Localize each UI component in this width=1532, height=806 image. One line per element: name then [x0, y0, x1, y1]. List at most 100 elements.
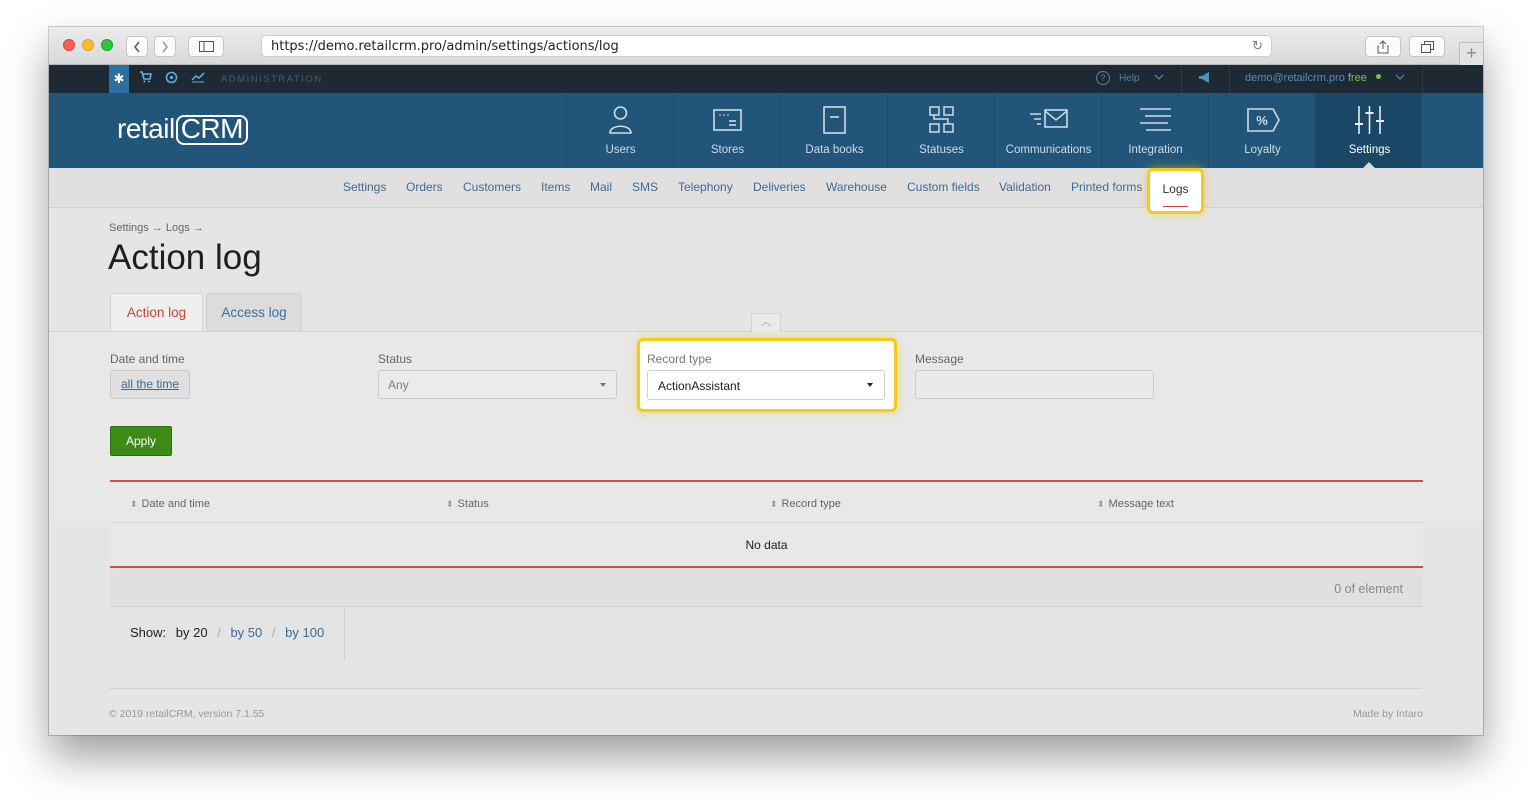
record-type-label: Record type [647, 352, 712, 366]
column-message-text[interactable]: ⬍ Message text [1097, 498, 1174, 510]
forward-button[interactable] [154, 36, 176, 57]
collapse-filter-button[interactable]: ︿ [751, 313, 781, 332]
book-icon [823, 106, 846, 134]
browser-window: https://demo.retailcrm.pro/admin/setting… [49, 27, 1483, 735]
message-filter-label: Message [915, 352, 964, 366]
nav-item-settings[interactable]: Settings [1315, 93, 1422, 168]
svg-text:%: % [1256, 113, 1268, 128]
subnav-deliveries[interactable]: Deliveries [753, 180, 806, 194]
empty-state-text: No data [745, 538, 788, 552]
user-account-menu[interactable]: demo@retailcrm.pro free [1245, 72, 1381, 84]
minimize-window-button[interactable] [82, 39, 94, 51]
column-status[interactable]: ⬍ Status [446, 498, 489, 510]
nav-item-label: Communications [1005, 144, 1092, 156]
status-filter-label: Status [378, 352, 413, 366]
nav-item-label: Statuses [919, 144, 964, 156]
divider [1422, 65, 1423, 93]
cart-icon[interactable] [139, 71, 152, 86]
page-size-selector: Show: by 20 / by 50 / by 100 [110, 607, 345, 660]
help-link[interactable]: Help [1119, 73, 1140, 84]
subnav-logs[interactable]: Logs [1147, 168, 1204, 214]
nav-item-label: Users [605, 144, 636, 156]
separator: / [217, 625, 221, 640]
subnav-warehouse[interactable]: Warehouse [826, 180, 887, 194]
nav-item-label: Loyalty [1244, 144, 1281, 156]
nav-item-label: Data books [805, 144, 864, 156]
tabs-overview-button[interactable] [1409, 36, 1445, 57]
user-email: demo@retailcrm.pro [1245, 72, 1345, 84]
zoom-window-button[interactable] [101, 39, 113, 51]
made-by-link[interactable]: Made by Intaro [1353, 708, 1423, 720]
chart-line-icon[interactable] [191, 71, 205, 86]
separator: / [271, 625, 276, 640]
page-size-50[interactable]: by 50 [230, 625, 262, 640]
footer-divider [109, 688, 1422, 689]
caret-down-icon [600, 383, 606, 387]
gear-icon[interactable]: ✱ [109, 65, 129, 93]
date-range-picker[interactable]: all the time [110, 370, 190, 399]
status-select[interactable]: Any [378, 370, 617, 399]
subnav-settings[interactable]: Settings [343, 180, 386, 194]
tab-access-log[interactable]: Access log [206, 293, 302, 331]
record-type-select[interactable]: ActionAssistant [647, 370, 885, 400]
megaphone-icon[interactable] [1197, 71, 1212, 87]
back-button[interactable] [126, 36, 148, 57]
share-icon [1377, 39, 1389, 53]
nav-item-communications[interactable]: Communications [994, 93, 1101, 168]
log-table: ⬍ Date and time ⬍ Status ⬍ Record type ⬍ Mes… [110, 480, 1423, 568]
divider [1181, 65, 1182, 93]
integration-icon [1140, 108, 1171, 131]
divider [110, 522, 1423, 523]
sort-icon: ⬍ [130, 499, 138, 509]
active-underline [1163, 206, 1188, 207]
subnav-custom-fields[interactable]: Custom fields [907, 180, 980, 194]
nav-item-data-books[interactable]: Data books [780, 93, 887, 168]
page-size-row: Show: by 20 / by 50 / by 100 [110, 606, 1423, 660]
subnav-logs-label: Logs [1162, 182, 1189, 196]
chevron-right-icon [162, 41, 168, 52]
nav-item-stores[interactable]: Stores [673, 93, 780, 168]
message-input[interactable] [915, 370, 1154, 399]
browser-toolbar: https://demo.retailcrm.pro/admin/setting… [49, 27, 1483, 65]
record-type-filter: Record type ActionAssistant [637, 338, 897, 412]
subnav-telephony[interactable]: Telephony [678, 180, 733, 194]
admin-bar: ✱ ADMINISTRATION ? Help demo@retailcrm.p… [49, 65, 1483, 93]
address-bar[interactable]: https://demo.retailcrm.pro/admin/setting… [261, 35, 1272, 57]
help-icon[interactable]: ? [1096, 71, 1110, 85]
page-content: Settings → Logs → Action log Action log … [49, 208, 1483, 735]
subnav-validation[interactable]: Validation [999, 180, 1051, 194]
show-label: Show: [130, 625, 167, 640]
subnav-sms[interactable]: SMS [632, 180, 658, 194]
nav-item-users[interactable]: Users [566, 93, 673, 168]
subnav-customers[interactable]: Customers [463, 180, 521, 194]
new-tab-button[interactable]: + [1459, 42, 1483, 65]
nav-item-statuses[interactable]: Statuses [887, 93, 994, 168]
apply-button[interactable]: Apply [110, 426, 172, 456]
chevron-down-icon[interactable] [1154, 73, 1164, 84]
close-window-button[interactable] [63, 39, 75, 51]
subnav-printed-forms[interactable]: Printed forms [1071, 180, 1142, 194]
tabs-icon [1420, 40, 1434, 53]
share-button[interactable] [1365, 36, 1401, 57]
column-record-type[interactable]: ⬍ Record type [770, 498, 841, 510]
page-size-20[interactable]: by 20 [176, 625, 208, 640]
tab-action-log[interactable]: Action log [110, 293, 203, 331]
percent-tag-icon: % [1247, 108, 1280, 132]
subnav-orders[interactable]: Orders [406, 180, 443, 194]
breadcrumb[interactable]: Settings → Logs → [109, 222, 204, 234]
chevron-down-icon[interactable] [1395, 73, 1405, 84]
target-icon[interactable] [165, 71, 178, 87]
subnav-mail[interactable]: Mail [590, 180, 612, 194]
subnav-items[interactable]: Items [541, 180, 570, 194]
sidebar-toggle-button[interactable] [188, 36, 224, 57]
copyright: © 2019 retailCRM, version 7.1.55 [109, 708, 265, 720]
plan-badge: free [1347, 72, 1367, 84]
retailcrm-logo[interactable]: retail CRM [117, 113, 248, 145]
column-date-time[interactable]: ⬍ Date and time [130, 498, 210, 510]
page-size-100[interactable]: by 100 [285, 625, 324, 640]
nav-item-label: Stores [710, 144, 745, 156]
nav-item-loyalty[interactable]: % Loyalty [1208, 93, 1315, 168]
user-icon [609, 106, 632, 134]
reload-icon[interactable]: ↻ [1252, 39, 1263, 54]
nav-item-integration[interactable]: Integration [1101, 93, 1208, 168]
